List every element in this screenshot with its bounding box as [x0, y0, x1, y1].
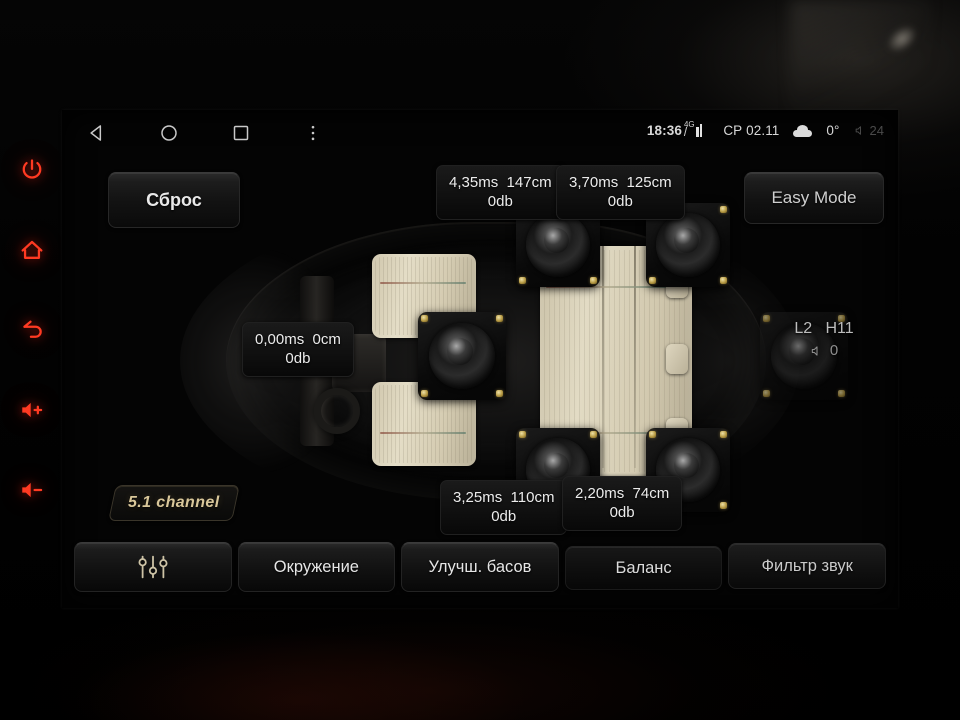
indicator-volume: 0 [764, 340, 884, 361]
tab-equalizer[interactable] [74, 542, 232, 592]
volume-icon [855, 126, 861, 135]
tab-balance[interactable]: Баланс [564, 546, 723, 590]
speaker-readout-front-right[interactable]: 3,70ms 125cm 0db [556, 165, 685, 220]
readout-delay: 0,00ms [255, 331, 305, 348]
readout-gain: 0db [285, 350, 311, 367]
speaker-readout-rear-left[interactable]: 3,25ms 110cm 0db [440, 480, 568, 535]
readout-delay: 3,25ms [453, 489, 503, 506]
tab-sound-filter[interactable]: Фильтр звук [728, 543, 886, 589]
back-arrow-icon [23, 320, 42, 338]
nav-home-button[interactable] [156, 120, 182, 146]
back-triangle-icon [90, 125, 102, 141]
readout-distance: 0cm [312, 331, 341, 348]
speaker-icon [811, 345, 818, 356]
speaker-readout-front-left[interactable]: 4,35ms 147cm 0db [436, 165, 565, 220]
readout-distance: 125cm [626, 174, 672, 191]
channel-badge-label: 5.1 channel [128, 494, 220, 511]
volume-up-key[interactable] [12, 390, 52, 430]
more-vertical-icon [311, 125, 315, 141]
bench-split [602, 246, 604, 468]
screen-glare [790, 0, 930, 120]
home-key[interactable] [12, 230, 52, 270]
readout-gain: 0db [491, 508, 517, 525]
system-bar: 18:36 4G СР 02.11 0° 24 [62, 110, 898, 158]
status-date: СР 02.11 [723, 123, 780, 138]
status-clock: 18:36 [646, 123, 682, 138]
readout-delay: 2,20ms [575, 485, 625, 502]
layer-height-values: L2 H11 [764, 318, 884, 339]
hardware-key-column [0, 150, 64, 510]
nav-overflow-button[interactable] [300, 120, 326, 146]
nav-recents-button[interactable] [228, 120, 254, 146]
readout-delay: 3,70ms [569, 174, 619, 191]
cloud-icon [793, 124, 813, 137]
back-key[interactable] [12, 310, 52, 350]
home-circle-icon [161, 125, 177, 141]
speaker-readout-rear-right[interactable]: 2,20ms 74cm 0db [562, 476, 683, 531]
screen-glare-highlight [881, 19, 923, 59]
tab-bass-boost[interactable]: Улучш. басов [401, 542, 559, 592]
readout-distance: 74cm [632, 485, 670, 502]
status-bar: 18:36 4G СР 02.11 0° 24 [646, 120, 884, 138]
readout-gain: 0db [609, 504, 635, 521]
height-value: H11 [825, 320, 854, 337]
tab-bar: Окружение Улучш. басов Баланс Фильтр зву… [62, 542, 898, 598]
android-nav-bar [84, 120, 326, 146]
volume-down-key[interactable] [12, 470, 52, 510]
seat-stitch [380, 282, 466, 284]
seat-stitch [380, 432, 466, 434]
signal-bars-icon: 4G [683, 120, 709, 137]
channel-badge: 5.1 channel [108, 485, 240, 521]
photo-background: 18:36 4G СР 02.11 0° 24 Сброс Easy Mode … [0, 0, 960, 720]
readout-gain: 0db [487, 193, 513, 210]
speaker-readout-left-side[interactable]: 0,00ms 0cm 0db [242, 322, 354, 377]
readout-gain: 0db [607, 193, 633, 210]
status-volume: 24 [854, 123, 884, 138]
headrest [666, 344, 688, 374]
readout-delay: 4,35ms [449, 174, 499, 191]
head-unit-screen: 18:36 4G СР 02.11 0° 24 Сброс Easy Mode … [62, 110, 898, 608]
steering-wheel [314, 388, 360, 434]
readout-distance: 147cm [506, 174, 552, 191]
bench-split [634, 246, 636, 468]
speaker-left-side[interactable] [418, 312, 506, 400]
equalizer-icon [138, 555, 168, 579]
layer-value: L2 [794, 320, 813, 337]
status-temperature: 0° [826, 123, 840, 138]
antenna-glyph [683, 127, 694, 136]
nav-back-button[interactable] [84, 120, 110, 146]
indicator-volume-value: 0 [829, 342, 839, 359]
recents-square-icon [233, 125, 249, 141]
power-key[interactable] [12, 150, 52, 190]
layer-height-indicator: L2 H11 0 [764, 318, 884, 361]
volume-up-icon [22, 402, 43, 418]
home-icon [21, 240, 43, 259]
power-icon [22, 159, 42, 179]
tab-surround[interactable]: Окружение [237, 542, 396, 592]
status-volume-value: 24 [869, 123, 884, 138]
readout-distance: 110cm [510, 489, 555, 506]
volume-down-icon [22, 482, 43, 498]
